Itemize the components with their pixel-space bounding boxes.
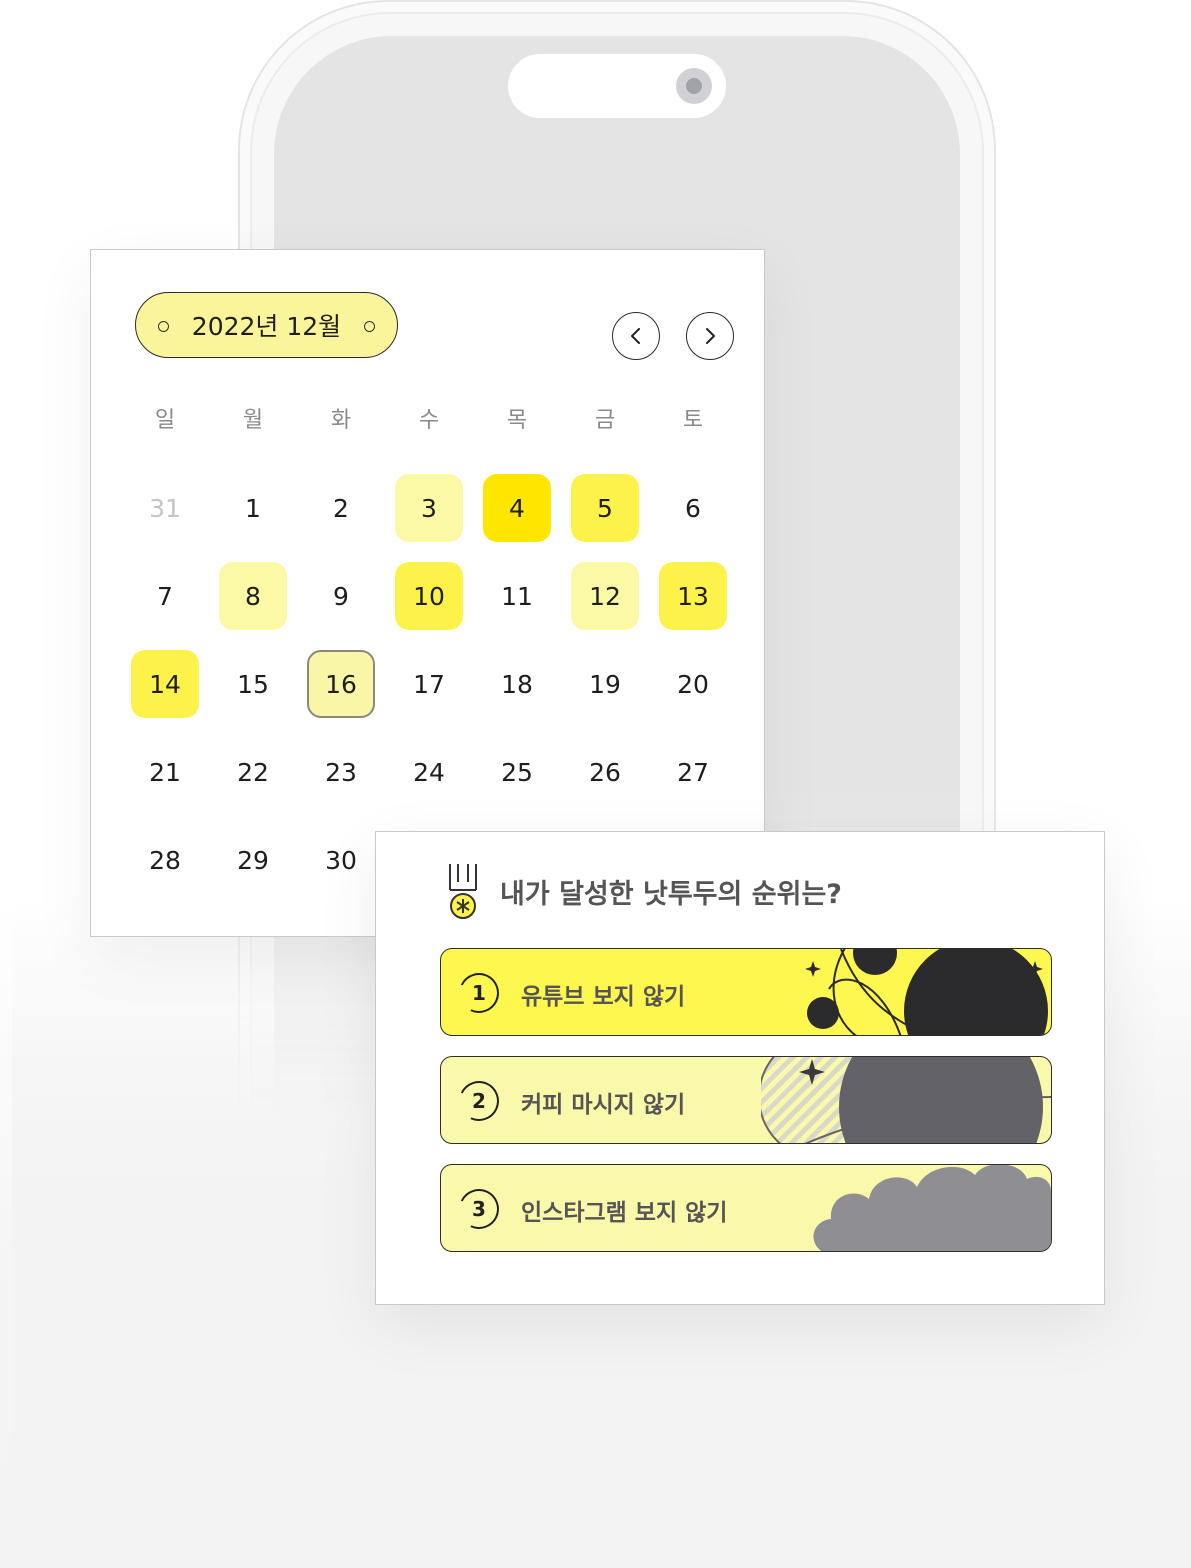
weekday-fri: 금 xyxy=(594,408,616,433)
calendar-day[interactable]: 28 xyxy=(131,826,199,894)
calendar-day[interactable]: 31 xyxy=(131,474,199,542)
calendar-day[interactable]: 5 xyxy=(571,474,639,542)
rank-number: 2 xyxy=(472,1089,486,1113)
rank-item-2[interactable]: 2 커피 마시지 않기 xyxy=(440,1056,1052,1144)
pill-dot-right xyxy=(364,321,375,332)
planet-illustration xyxy=(805,949,1048,1035)
phone-side-button xyxy=(997,494,1003,684)
rank-item-3[interactable]: 3 인스타그램 보지 않기 xyxy=(440,1164,1052,1252)
ranking-card: 내가 달성한 낫투두의 순위는? 1 유튜브 보지 않기 2 커피 마시지 않기 xyxy=(375,831,1105,1305)
calendar-day[interactable]: 12 xyxy=(571,562,639,630)
calendar-day[interactable]: 2 xyxy=(307,474,375,542)
weekday-tue: 화 xyxy=(330,408,352,433)
calendar-day[interactable]: 23 xyxy=(307,738,375,806)
calendar-day[interactable]: 10 xyxy=(395,562,463,630)
weekday-mon: 월 xyxy=(242,408,264,433)
rank-label: 커피 마시지 않기 xyxy=(521,1092,686,1118)
calendar-day[interactable]: 9 xyxy=(307,562,375,630)
calendar-day[interactable]: 22 xyxy=(219,738,287,806)
calendar-day[interactable]: 18 xyxy=(483,650,551,718)
weekday-thu: 목 xyxy=(506,408,528,433)
camera-icon xyxy=(676,68,712,104)
weekday-sun: 일 xyxy=(154,408,176,433)
calendar-day[interactable]: 11 xyxy=(483,562,551,630)
calendar-day[interactable]: 25 xyxy=(483,738,551,806)
calendar-day[interactable]: 24 xyxy=(395,738,463,806)
rank-number: 3 xyxy=(472,1197,486,1221)
chevron-right-icon xyxy=(706,328,715,344)
rank-number: 1 xyxy=(472,981,486,1005)
chevron-left-icon xyxy=(631,328,640,344)
prev-month-button[interactable] xyxy=(612,312,660,360)
month-selector[interactable]: 2022년 12월 xyxy=(135,292,398,358)
calendar-day[interactable]: 4 xyxy=(483,474,551,542)
calendar-day[interactable]: 19 xyxy=(571,650,639,718)
calendar-day-today[interactable]: 16 xyxy=(307,650,375,718)
next-month-button[interactable] xyxy=(686,312,734,360)
calendar-day[interactable]: 27 xyxy=(659,738,727,806)
calendar-day[interactable]: 15 xyxy=(219,650,287,718)
calendar-day[interactable]: 21 xyxy=(131,738,199,806)
calendar-day[interactable]: 3 xyxy=(395,474,463,542)
medal-icon xyxy=(449,864,477,919)
pill-dot-left xyxy=(158,321,169,332)
cloud-illustration xyxy=(813,1165,1051,1251)
ranking-title: 내가 달성한 낫투두의 순위는? xyxy=(500,879,842,910)
weekday-sat: 토 xyxy=(682,408,704,433)
calendar-day[interactable]: 20 xyxy=(659,650,727,718)
calendar-day[interactable]: 6 xyxy=(659,474,727,542)
calendar-day[interactable]: 8 xyxy=(219,562,287,630)
calendar-day[interactable]: 26 xyxy=(571,738,639,806)
calendar-day[interactable]: 29 xyxy=(219,826,287,894)
rank-item-1[interactable]: 1 유튜브 보지 않기 xyxy=(440,948,1052,1036)
weekday-wed: 수 xyxy=(418,408,440,433)
calendar-day[interactable]: 14 xyxy=(131,650,199,718)
rank-label: 유튜브 보지 않기 xyxy=(521,984,686,1010)
month-label: 2022년 12월 xyxy=(191,312,342,341)
calendar-day[interactable]: 7 xyxy=(131,562,199,630)
calendar-day[interactable]: 17 xyxy=(395,650,463,718)
calendar-day[interactable]: 1 xyxy=(219,474,287,542)
calendar-day[interactable]: 13 xyxy=(659,562,727,630)
calendar-day[interactable]: 30 xyxy=(307,826,375,894)
planet-illustration xyxy=(761,1057,1051,1143)
rank-label: 인스타그램 보지 않기 xyxy=(521,1200,728,1226)
